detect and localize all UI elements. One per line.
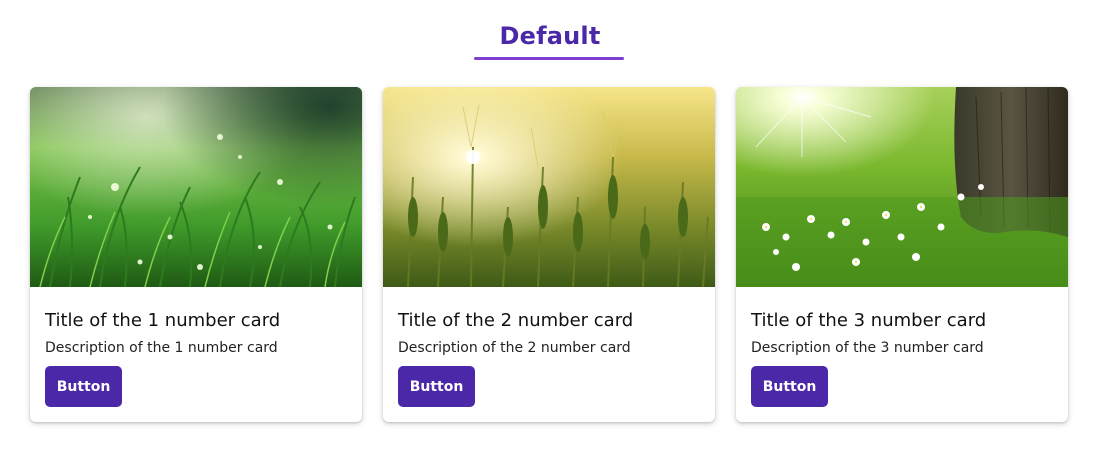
- card-3: Title of the 3 number card Description o…: [736, 87, 1068, 422]
- card-3-button[interactable]: Button: [751, 366, 828, 407]
- card-3-body: Title of the 3 number card Description o…: [736, 287, 1068, 407]
- card-2-body: Title of the 2 number card Description o…: [383, 287, 715, 407]
- card-1-button[interactable]: Button: [45, 366, 122, 407]
- section-title: Default: [499, 22, 601, 50]
- card-1-body: Title of the 1 number card Description o…: [30, 287, 362, 407]
- card-1-image: [30, 87, 362, 287]
- card-title: Title of the 3 number card: [751, 310, 987, 331]
- card-title: Title of the 1 number card: [45, 310, 281, 331]
- card-2-button[interactable]: Button: [398, 366, 475, 407]
- card-2-image: [383, 87, 715, 287]
- card-description: Description of the 2 number card: [398, 340, 631, 356]
- card-3-image: [736, 87, 1068, 287]
- card-description: Description of the 1 number card: [45, 340, 278, 356]
- card-1: Title of the 1 number card Description o…: [30, 87, 362, 422]
- title-underline: [474, 57, 624, 60]
- card-title: Title of the 2 number card: [398, 310, 634, 331]
- card-2: Title of the 2 number card Description o…: [383, 87, 715, 422]
- card-description: Description of the 3 number card: [751, 340, 984, 356]
- section-header: Default: [0, 22, 1100, 50]
